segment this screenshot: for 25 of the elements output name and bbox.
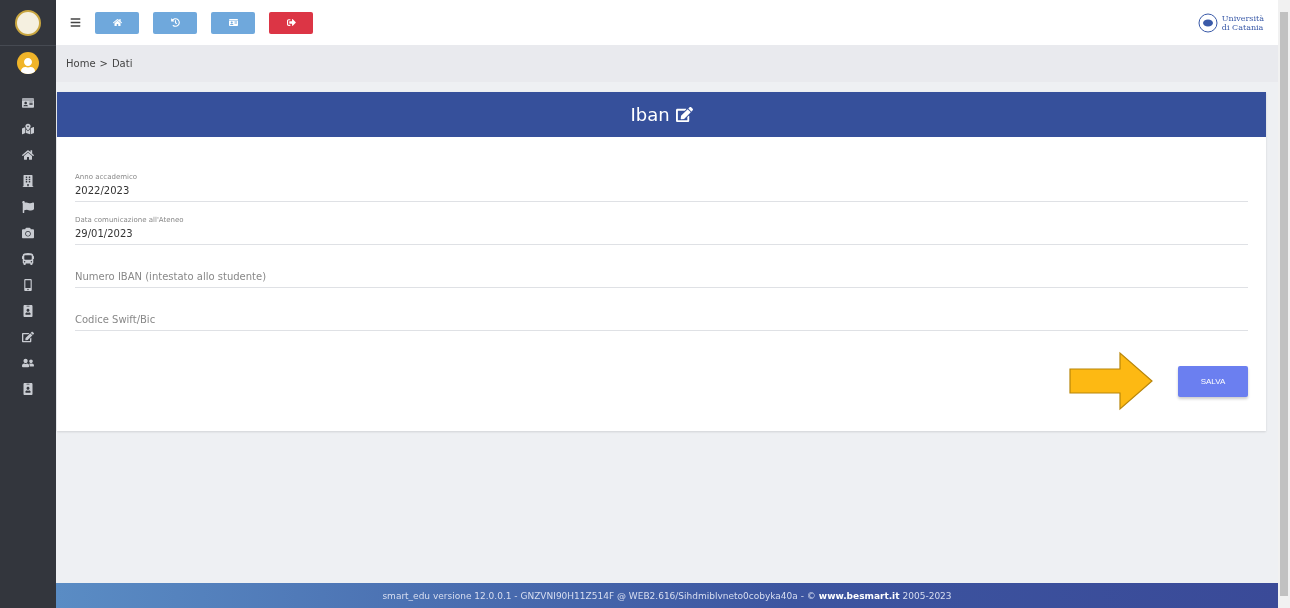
footer-text: 2005-2023 [902,590,952,601]
history-icon [170,18,180,27]
home-icon [112,18,122,27]
input-field[interactable]: Codice Swift/Bic [75,314,1248,325]
input-field[interactable]: 2022/2023 [75,185,1248,196]
logo-text: Università [1221,13,1264,23]
avatar-icon[interactable] [17,52,39,74]
id-card-icon [228,18,238,27]
arrow-icon [1068,351,1154,411]
logout-icon [286,18,296,27]
footer-text: smart_edu versione 12.0.0.1 - GNZVNI90H11Z514F @ WEB2.616/Sihdmiblvneto0cobyka40a - © [382,590,816,601]
university-logo-icon [1197,12,1218,33]
card-title: Iban [630,104,670,125]
input-field[interactable]: 29/01/2023 [75,228,1248,239]
footer-link[interactable]: www.besmart.it [818,590,900,601]
menu-icon[interactable] [70,17,81,28]
logout-button[interactable] [269,11,313,34]
breadcrumb-separator: > [99,58,108,69]
breadcrumb-item[interactable]: Home [66,58,96,69]
logo-text: di Catania [1221,22,1264,32]
edit-icon [675,106,693,123]
logo-icon [15,9,41,36]
save-button[interactable]: SALVA [1178,365,1248,397]
input-field[interactable]: Numero IBAN (intestato allo studente) [75,271,1248,282]
breadcrumb-item: Dati [111,58,133,69]
